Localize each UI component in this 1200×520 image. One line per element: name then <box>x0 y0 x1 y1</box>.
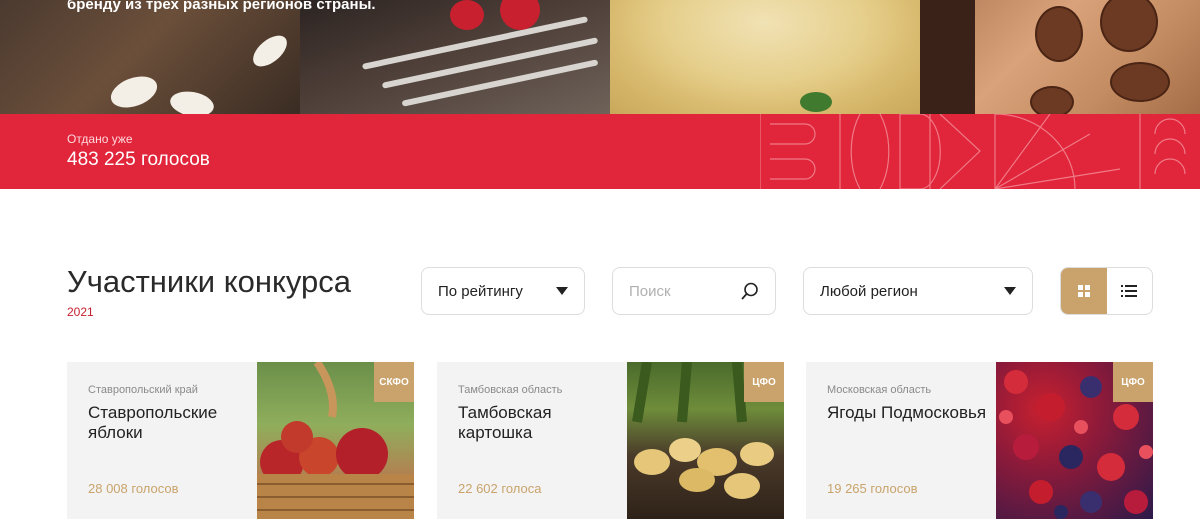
hero-image-basket <box>300 0 610 114</box>
card-votes: 28 008 голосов <box>88 481 179 496</box>
card-image-potato: ЦФО <box>627 362 784 519</box>
grid-view-button[interactable] <box>1061 268 1107 314</box>
search-input[interactable] <box>629 282 729 300</box>
district-badge: СКФО <box>374 362 414 402</box>
sort-select-label: По рейтингу <box>438 282 523 300</box>
almond-shape <box>106 70 162 114</box>
sort-select[interactable]: По рейтингу <box>421 267 585 315</box>
cacao-bean-shape <box>1035 6 1083 62</box>
participant-card[interactable]: Московская область Ягоды Подмосковья 19 … <box>806 362 1153 519</box>
search-icon[interactable] <box>741 282 759 300</box>
district-badge: ЦФО <box>1113 362 1153 402</box>
almond-shape <box>247 29 293 73</box>
decorative-pattern <box>760 114 1186 189</box>
vote-count: 483 225 голосов <box>67 149 210 170</box>
almond-shape <box>168 88 216 114</box>
participant-card[interactable]: Ставропольский край Ставропольские яблок… <box>67 362 414 519</box>
hero-image-cheese <box>610 0 920 114</box>
card-votes: 19 265 голосов <box>827 481 918 496</box>
hero-image-almonds <box>0 0 300 114</box>
hero-banner: бренду из трех разных регионов страны. <box>0 0 1200 114</box>
list-icon <box>1121 285 1138 297</box>
vote-label: Отдано уже <box>67 132 133 146</box>
chocolate-bar-shape <box>920 0 975 114</box>
caret-down-icon <box>1004 287 1016 295</box>
district-badge: ЦФО <box>744 362 784 402</box>
card-region: Ставропольский край <box>88 384 198 396</box>
section-year: 2021 <box>67 305 94 319</box>
basil-leaf-shape <box>800 92 832 112</box>
cacao-bean-shape <box>1030 86 1074 114</box>
hero-image-cacao <box>920 0 1200 114</box>
hero-caption: бренду из трех разных регионов страны. <box>67 0 376 13</box>
card-title: Ставропольские яблоки <box>88 403 218 442</box>
strawberry-shape <box>500 0 540 30</box>
card-votes: 22 602 голоса <box>458 481 542 496</box>
region-select-label: Любой регион <box>820 282 918 300</box>
list-view-button[interactable] <box>1107 268 1153 314</box>
grid-icon <box>1077 285 1090 297</box>
page-title: Участники конкурса <box>67 264 352 299</box>
card-region: Московская область <box>827 384 932 396</box>
card-title: Ягоды Подмосковья <box>827 403 987 422</box>
card-title: Тамбовская картошка <box>458 403 552 442</box>
card-region: Тамбовская область <box>458 384 563 396</box>
basket-weave <box>401 59 599 107</box>
caret-down-icon <box>556 287 568 295</box>
search-box[interactable] <box>612 267 776 315</box>
vote-counter-bar: Отдано уже 483 225 голосов <box>0 114 1200 189</box>
card-image-berries: ЦФО <box>996 362 1153 519</box>
participant-card[interactable]: Тамбовская область Тамбовская картошка 2… <box>437 362 784 519</box>
card-image-apples: СКФО <box>257 362 414 519</box>
view-toggle <box>1060 267 1153 315</box>
cacao-bean-shape <box>1110 62 1170 102</box>
strawberry-shape <box>450 0 484 30</box>
cacao-bean-shape <box>1100 0 1158 52</box>
region-select[interactable]: Любой регион <box>803 267 1033 315</box>
